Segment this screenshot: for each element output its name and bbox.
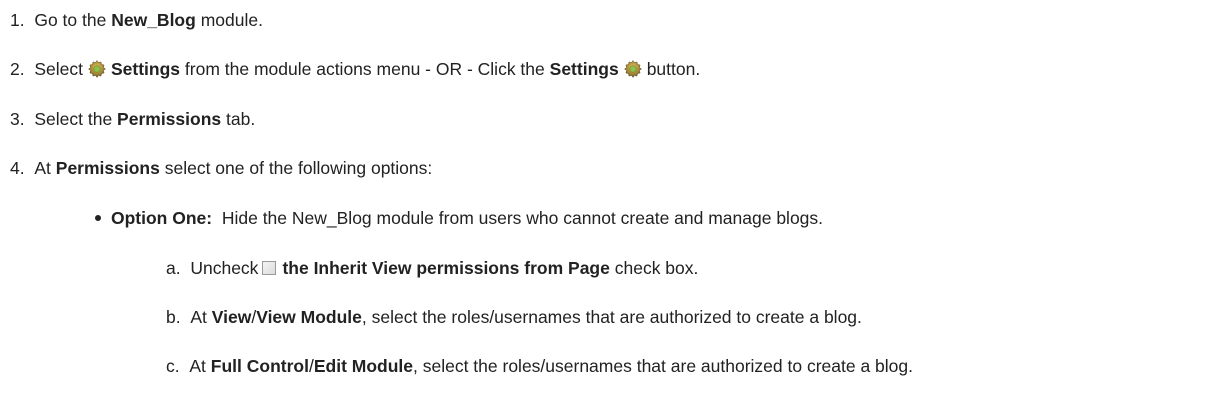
substep-a: a. Uncheck the Inherit View permissions …: [166, 256, 698, 280]
substep-text: Uncheck: [190, 258, 259, 278]
option-one: Option One: Hide the New_Blog module fro…: [95, 206, 823, 230]
step-text: button.: [646, 59, 701, 79]
settings-label: Settings: [549, 59, 619, 79]
tab-name: Permissions: [117, 109, 222, 129]
substep-text: check box.: [614, 258, 699, 278]
step-3: 3. Select the Permissions tab.: [10, 107, 255, 131]
substep-text: , select the roles/usernames that are au…: [413, 356, 914, 376]
checkbox-icon: [262, 261, 277, 275]
step-number: 2.: [10, 59, 25, 79]
step-text: tab.: [226, 109, 256, 129]
step-text: Go to the: [34, 10, 107, 30]
step-text: Select the: [34, 109, 113, 129]
field-name: Permissions: [55, 158, 160, 178]
substep-text: At: [190, 307, 207, 327]
substep-text: , select the roles/usernames that are au…: [361, 307, 862, 327]
substep-bold: Edit Module: [313, 356, 413, 376]
option-text: Hide the New_Blog module from users who …: [221, 208, 824, 228]
substep-letter: b.: [166, 307, 181, 327]
substep-bold: View: [211, 307, 252, 327]
step-text: from the module actions menu - OR - Clic…: [184, 59, 545, 79]
substep-letter: a.: [166, 258, 181, 278]
substep-b: b. At View / View Module, select the roles…: [166, 305, 862, 329]
step-number: 3.: [10, 109, 25, 129]
step-text: At: [34, 158, 51, 178]
step-number: 1.: [10, 10, 25, 30]
step-number: 4.: [10, 158, 25, 178]
module-name: New_Blog: [111, 10, 196, 30]
option-label: Option One:: [111, 208, 213, 228]
gear-icon: [88, 60, 106, 78]
substep-bold: the: [282, 258, 309, 278]
substep-text: At: [189, 356, 206, 376]
step-4: 4. At Permissions select one of the foll…: [10, 156, 432, 180]
step-2: 2. Select Settings from the module actio…: [10, 57, 700, 81]
substep-c: c. At Full Control / Edit Module, select t…: [166, 354, 913, 378]
step-text: Select: [34, 59, 83, 79]
substep-bold: Inherit View permissions from Page: [313, 258, 610, 278]
bullet-icon: [95, 215, 101, 221]
step-text: select one of the following options:: [164, 158, 433, 178]
substep-letter: c.: [166, 356, 180, 376]
step-text: module.: [200, 10, 263, 30]
substep-bold: View Module: [256, 307, 362, 327]
settings-label: Settings: [110, 59, 181, 79]
step-1: 1. Go to the New_Blog module.: [10, 8, 263, 32]
substep-bold: Full Control: [210, 356, 309, 376]
gear-icon: [623, 60, 642, 78]
